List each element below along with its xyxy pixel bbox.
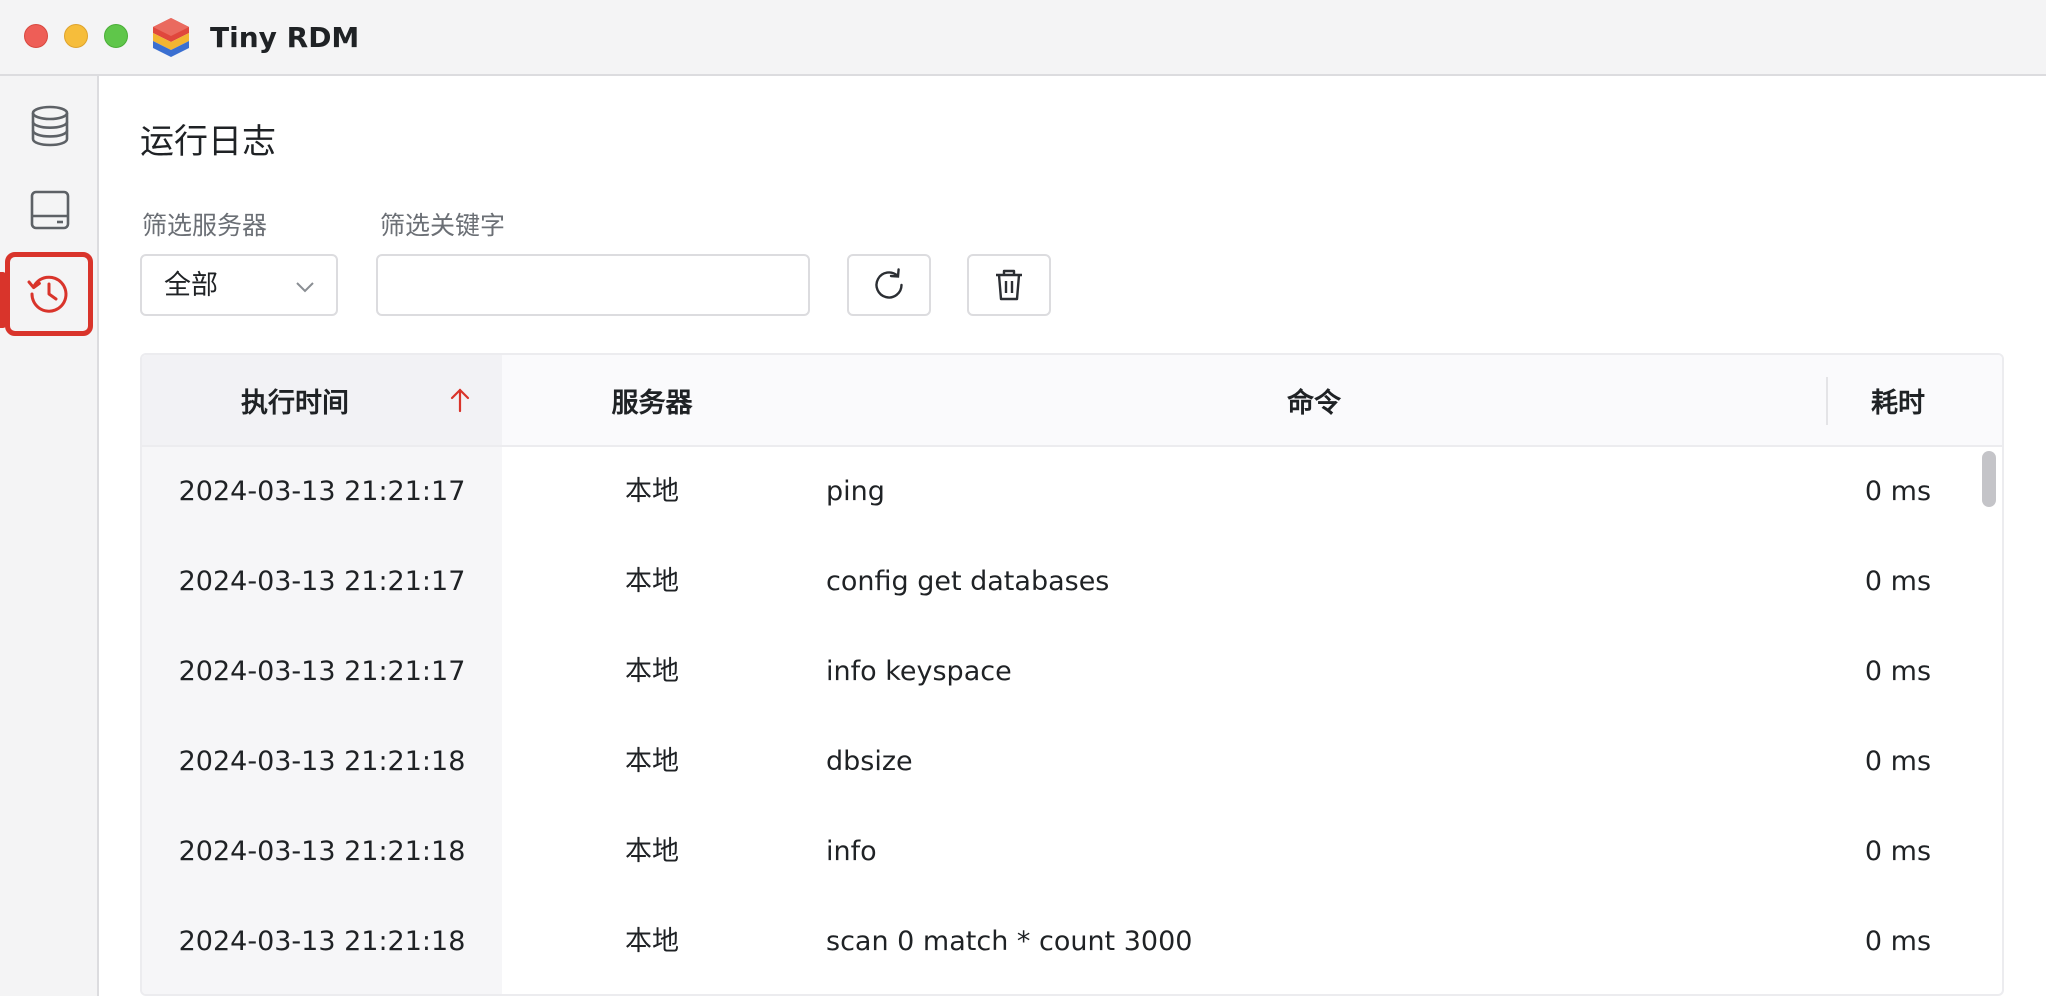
server-filter-select[interactable]: 全部 (140, 254, 338, 316)
sidebar-item-log[interactable] (5, 252, 93, 336)
server-drive-icon (30, 190, 70, 230)
table-row[interactable]: 2024-03-13 21:21:17 本地 config get databa… (142, 537, 2002, 627)
cell-time: 2024-03-13 21:21:18 (178, 926, 466, 957)
column-header-server-label: 服务器 (611, 387, 693, 419)
title-bar: Tiny RDM (0, 0, 2046, 76)
clear-log-button[interactable] (967, 254, 1051, 316)
page-title: 运行日志 (140, 122, 276, 162)
cell-server: 本地 (625, 656, 679, 687)
cell-command: scan 0 match * count 3000 (826, 926, 1193, 957)
cell-time: 2024-03-13 21:21:17 (178, 656, 466, 687)
refresh-icon (875, 268, 903, 299)
sidebar-item-browser[interactable] (8, 86, 92, 166)
history-icon (27, 275, 68, 313)
sidebar-item-servers[interactable] (8, 170, 92, 250)
cell-command: info keyspace (826, 656, 1012, 687)
database-icon (31, 105, 69, 147)
log-table: 执行时间 服务器 命令 耗时 2024-03-13 21:21:17 本地 pi… (140, 353, 2004, 996)
chevron-down-icon (296, 282, 314, 293)
table-row[interactable]: 2024-03-13 21:21:17 本地 info keyspace 0 m… (142, 627, 2002, 717)
table-row[interactable]: 2024-03-13 21:21:18 本地 scan 0 match * co… (142, 897, 2002, 987)
cell-server: 本地 (625, 566, 679, 597)
app-window: Tiny RDM 运行日志 筛选服务器 全部 筛选关键字 执行时间 服务器 命令… (0, 0, 2046, 996)
cell-duration: 0 ms (1864, 746, 1932, 777)
cell-time: 2024-03-13 21:21:18 (178, 836, 466, 867)
column-header-command[interactable]: 命令 (802, 355, 1826, 445)
cell-duration: 0 ms (1864, 476, 1932, 507)
table-header: 执行时间 服务器 命令 耗时 (142, 355, 2002, 447)
minimize-window-button[interactable] (64, 24, 88, 48)
sort-ascending-icon[interactable] (448, 387, 472, 413)
keyword-filter-input[interactable] (376, 254, 810, 316)
cell-duration: 0 ms (1864, 836, 1932, 867)
cell-server: 本地 (625, 836, 679, 867)
cell-command: ping (826, 476, 885, 507)
column-header-time[interactable]: 执行时间 (142, 355, 502, 445)
column-header-time-label: 执行时间 (241, 387, 349, 419)
maximize-window-button[interactable] (104, 24, 128, 48)
trash-icon (996, 269, 1022, 301)
cell-duration: 0 ms (1864, 656, 1932, 687)
cell-time: 2024-03-13 21:21:18 (178, 746, 466, 777)
server-filter-label: 筛选服务器 (142, 211, 268, 240)
column-header-duration[interactable]: 耗时 (1792, 355, 2002, 445)
cell-command: dbsize (826, 746, 913, 777)
cell-time: 2024-03-13 21:21:17 (178, 476, 466, 507)
cell-command: info (826, 836, 877, 867)
column-header-command-label: 命令 (1287, 387, 1341, 419)
table-body: 2024-03-13 21:21:17 本地 ping 0 ms 2024-03… (142, 447, 2002, 994)
cell-server: 本地 (625, 926, 679, 957)
cell-server: 本地 (625, 746, 679, 777)
server-filter-value: 全部 (164, 270, 218, 301)
app-title: Tiny RDM (210, 21, 360, 54)
app-logo-icon (153, 18, 189, 57)
refresh-button[interactable] (847, 254, 931, 316)
table-row[interactable]: 2024-03-13 21:21:18 本地 info 0 ms (142, 807, 2002, 897)
cell-duration: 0 ms (1864, 566, 1932, 597)
cell-duration: 0 ms (1864, 926, 1932, 957)
table-row[interactable]: 2024-03-13 21:21:18 本地 dbsize 0 ms (142, 717, 2002, 807)
cell-server: 本地 (625, 476, 679, 507)
column-header-duration-label: 耗时 (1871, 387, 1925, 419)
column-header-server[interactable]: 服务器 (502, 355, 802, 445)
table-scrollbar[interactable] (1982, 451, 1996, 507)
cell-time: 2024-03-13 21:21:17 (178, 566, 466, 597)
main-content: 运行日志 筛选服务器 全部 筛选关键字 执行时间 服务器 命令 耗时 2024-… (99, 76, 2046, 996)
close-window-button[interactable] (24, 24, 48, 48)
keyword-filter-label: 筛选关键字 (380, 211, 506, 240)
cell-command: config get databases (826, 566, 1110, 597)
table-row[interactable]: 2024-03-13 21:21:17 本地 ping 0 ms (142, 447, 2002, 537)
